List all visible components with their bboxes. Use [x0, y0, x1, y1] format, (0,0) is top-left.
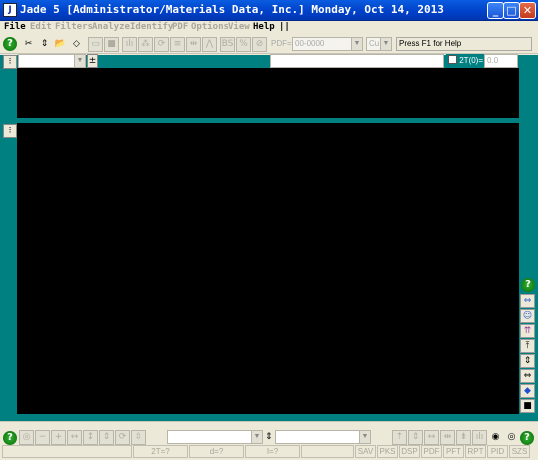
radiation-combo[interactable]: Cu ▼ — [366, 37, 392, 51]
up-double-icon[interactable]: ⇈ — [520, 324, 535, 338]
menu-edit[interactable]: Edit — [30, 22, 52, 32]
ud-arrow-icon[interactable]: ↕ — [83, 430, 98, 445]
pattern-select[interactable]: ▼ — [18, 54, 86, 68]
open-folder-icon[interactable]: 📂 — [53, 37, 68, 52]
refresh-icon[interactable]: ⟳ — [154, 37, 169, 52]
status-sav: SAV — [355, 445, 376, 458]
help-icon[interactable]: ? — [521, 278, 535, 292]
menu-separator: || — [279, 22, 290, 32]
bars-icon[interactable]: ılı — [472, 430, 487, 445]
two-theta-checkbox[interactable] — [448, 55, 457, 64]
stop-icon[interactable]: ■ — [520, 399, 535, 413]
chevron-down-icon[interactable]: ▼ — [251, 431, 262, 443]
spread-icon[interactable]: ⇹ — [186, 37, 201, 52]
help-hint: Press F1 for Help — [396, 37, 532, 51]
pdf-number-combo[interactable]: 00-0000 ▼ — [292, 37, 363, 51]
square-icon[interactable]: ■ — [104, 37, 119, 52]
status-empty — [2, 445, 132, 458]
updown-small-icon[interactable]: ⇕ — [264, 430, 273, 445]
pattern-pane[interactable] — [17, 123, 519, 414]
close-button[interactable]: ✕ — [519, 2, 536, 19]
help-icon[interactable]: ? — [520, 431, 534, 445]
expand-icon[interactable]: ⇔ — [520, 294, 535, 308]
menu-filters[interactable]: Filters — [55, 22, 93, 32]
peak-ud-icon[interactable]: ⇕ — [408, 430, 423, 445]
status-pft: PFT — [443, 445, 464, 458]
pdf-number-value: 00-0000 — [295, 39, 325, 48]
pdf-label: PDF= — [271, 39, 292, 48]
updown-icon[interactable]: ⇕ — [520, 354, 535, 368]
peaks-icon[interactable]: ⁂ — [138, 37, 153, 52]
two-theta-offset-group: 2T(0)= — [446, 54, 484, 68]
menu-pdf[interactable]: PDF — [172, 22, 188, 32]
overlay-name-field[interactable] — [270, 54, 444, 68]
updown-arrows-icon[interactable]: ⇕ — [37, 37, 52, 52]
stack-icon[interactable]: ⇕ — [99, 430, 114, 445]
bar-peaks-icon[interactable]: ılı — [122, 37, 137, 52]
status-d: d=? — [189, 445, 244, 458]
bs-icon[interactable]: BS — [220, 37, 235, 52]
maximize-button[interactable]: □ — [503, 2, 520, 19]
zoom-icon[interactable]: ◎ — [19, 430, 34, 445]
status-blank — [301, 445, 354, 458]
cycle-icon[interactable]: ⟳ — [115, 430, 130, 445]
chevron-down-icon[interactable]: ▼ — [380, 38, 391, 50]
menu-identify[interactable]: Identify — [130, 22, 173, 32]
percent-icon[interactable]: % — [236, 37, 251, 52]
two-theta-value: 0.0 — [487, 56, 499, 65]
window-title: Jade 5 [Administrator/Materials Data, In… — [20, 3, 444, 16]
status-two-theta: 2T=? — [133, 445, 188, 458]
lr-arrow-icon[interactable]: ↔ — [67, 430, 82, 445]
diamond-icon[interactable]: ◆ — [520, 384, 535, 398]
help-icon[interactable]: ? — [3, 431, 17, 445]
bottom-right-combo[interactable]: ▼ — [275, 430, 371, 444]
status-pdf: PDF — [421, 445, 442, 458]
face-icon[interactable]: ☺ — [520, 309, 535, 323]
width-icon[interactable]: ⇹ — [440, 430, 455, 445]
peak-scissors-icon[interactable]: ✂ — [21, 37, 36, 52]
baseline-icon[interactable]: ⇟ — [456, 430, 471, 445]
app-icon: J — [3, 3, 17, 17]
chevron-down-icon[interactable]: ▼ — [359, 431, 370, 443]
overlay-pane[interactable] — [17, 68, 519, 118]
top-icon[interactable]: ⤒ — [520, 339, 535, 353]
zoom-out-icon[interactable]: ◎ — [504, 430, 519, 445]
radiation-value: Cu — [369, 39, 380, 48]
status-rpt: RPT — [465, 445, 486, 458]
chevron-down-icon[interactable]: ▼ — [351, 38, 362, 50]
bottom-left-combo[interactable]: ▼ — [167, 430, 263, 444]
menu-analyze[interactable]: Analyze — [92, 22, 130, 32]
plus-icon[interactable]: + — [51, 430, 66, 445]
zoom-in-icon[interactable]: ◉ — [488, 430, 503, 445]
status-intensity: I=? — [245, 445, 300, 458]
two-theta-label: 2T(0)= — [459, 56, 484, 65]
peak-lr-icon[interactable]: ↔ — [424, 430, 439, 445]
spin-icon[interactable]: ± — [87, 54, 98, 68]
main-pane-toggle-icon[interactable]: ⁝ — [3, 124, 17, 138]
top-pane-toggle-icon[interactable]: ⁝ — [3, 55, 17, 69]
menu-help[interactable]: Help — [253, 22, 275, 32]
wave-icon[interactable]: ⋀ — [202, 37, 217, 52]
stretch-icon[interactable]: ⇳ — [131, 430, 146, 445]
print-icon[interactable]: ▭ — [88, 37, 103, 52]
title-bar: J Jade 5 [Administrator/Materials Data, … — [0, 0, 538, 21]
menu-file[interactable]: File — [4, 22, 26, 32]
status-szs: SZS — [509, 445, 530, 458]
status-dsp: DSP — [399, 445, 420, 458]
status-pks: PKS — [377, 445, 398, 458]
eraser-icon[interactable]: ◇ — [69, 37, 84, 52]
left-right-icon[interactable]: ⇔ — [520, 369, 535, 383]
menu-bar: File Edit Filters Analyze Identify PDF O… — [0, 21, 538, 35]
chevron-down-icon[interactable]: ▼ — [74, 55, 85, 67]
scan-icon[interactable]: ≡ — [170, 37, 185, 52]
minus-icon[interactable]: − — [35, 430, 50, 445]
menu-options[interactable]: Options — [191, 22, 229, 32]
menu-view[interactable]: View — [228, 22, 250, 32]
help-icon[interactable]: ? — [3, 37, 17, 51]
no-icon[interactable]: ⊘ — [252, 37, 267, 52]
two-theta-value-field[interactable]: 0.0 — [484, 54, 518, 68]
peak-up-icon[interactable]: ⇡ — [392, 430, 407, 445]
minimize-button[interactable]: _ — [487, 2, 504, 19]
status-pid: PID — [487, 445, 508, 458]
